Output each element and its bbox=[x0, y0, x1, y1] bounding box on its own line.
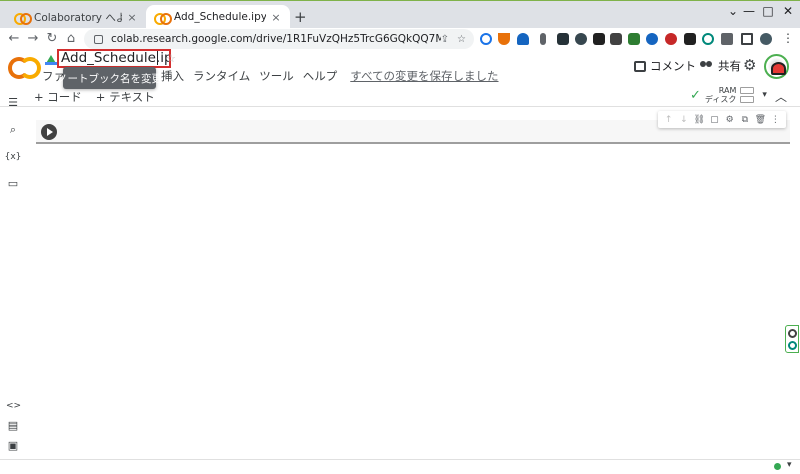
command-palette-icon[interactable]: ▤ bbox=[6, 420, 20, 432]
extension-doc-icon[interactable] bbox=[610, 33, 622, 45]
code-snippets-icon[interactable]: <> bbox=[6, 400, 21, 412]
add-text-button[interactable]: + テキスト bbox=[96, 89, 155, 105]
close-icon[interactable]: × bbox=[126, 11, 138, 24]
extension-green-icon[interactable] bbox=[628, 33, 640, 45]
bookmark-star-icon[interactable]: ☆ bbox=[457, 34, 466, 45]
header-divider bbox=[0, 106, 800, 107]
star-icon[interactable]: ☆ bbox=[166, 52, 176, 65]
extension-flask-icon[interactable] bbox=[498, 33, 510, 45]
tab-label: Add_Schedule.ipynb - Colaboratory bbox=[174, 11, 266, 23]
new-tab-button[interactable]: + bbox=[294, 8, 307, 26]
disk-bar bbox=[740, 96, 755, 103]
more-options-icon[interactable]: ⋮ bbox=[770, 115, 781, 125]
close-icon[interactable]: × bbox=[270, 11, 282, 24]
side-panel-icon[interactable] bbox=[741, 33, 753, 45]
collapse-header-icon[interactable]: ︿ bbox=[775, 88, 787, 105]
extension-blue-icon[interactable] bbox=[646, 33, 658, 45]
browser-toolbar: ← → ↻ ⌂ colab.research.google.com/drive/… bbox=[0, 28, 800, 50]
extension-red-icon[interactable] bbox=[665, 33, 677, 45]
disk-label: ディスク bbox=[704, 95, 737, 104]
people-icon bbox=[700, 61, 714, 71]
comment-icon[interactable]: ▢ bbox=[709, 115, 720, 125]
avatar[interactable] bbox=[764, 54, 789, 79]
comment-button[interactable]: コメント bbox=[634, 58, 696, 74]
rename-tooltip: ノートブック名を変更 bbox=[57, 67, 162, 89]
window-close-button[interactable]: ✕ bbox=[778, 4, 798, 18]
browser-tab-strip: Colaboratory へようこそ - Colaborat × Add_Sch… bbox=[0, 0, 800, 29]
save-status-link[interactable]: すべての変更を保存しました bbox=[350, 68, 498, 84]
reload-button[interactable]: ↻ bbox=[44, 31, 60, 47]
terminal-icon[interactable]: ▣ bbox=[6, 440, 20, 452]
mirror-cell-icon[interactable]: ⧉ bbox=[739, 115, 750, 125]
variables-icon[interactable]: {x} bbox=[4, 151, 22, 163]
delete-icon[interactable]: 🗑 bbox=[755, 115, 766, 125]
menu-insert[interactable]: 挿入 bbox=[161, 68, 184, 84]
connection-status-icon[interactable] bbox=[774, 463, 781, 470]
google-drive-icon bbox=[45, 55, 57, 65]
browser-tab-welcome[interactable]: Colaboratory へようこそ - Colaborat × bbox=[6, 5, 146, 29]
ram-label: RAM bbox=[718, 86, 737, 95]
browser-menu-icon[interactable]: ⋮ bbox=[782, 32, 794, 44]
share-button[interactable]: 共有 bbox=[700, 58, 741, 74]
add-code-button[interactable]: + コード bbox=[34, 89, 82, 105]
maximize-button[interactable]: □ bbox=[758, 4, 778, 18]
table-of-contents-icon[interactable]: ☰ bbox=[6, 97, 20, 109]
browser-tab-add-schedule[interactable]: Add_Schedule.ipynb - Colaboratory × bbox=[146, 5, 290, 29]
cell-settings-icon[interactable]: ⚙ bbox=[724, 115, 735, 125]
extension-shield-icon[interactable] bbox=[557, 33, 569, 45]
move-down-icon[interactable]: ↓ bbox=[678, 115, 689, 125]
move-up-icon[interactable]: ↑ bbox=[663, 115, 674, 125]
status-bar: ▾ bbox=[0, 459, 800, 474]
back-button[interactable]: ← bbox=[6, 31, 22, 47]
settings-gear-icon[interactable]: ⚙ bbox=[743, 57, 756, 73]
extension-mic-icon[interactable] bbox=[540, 33, 546, 45]
share-page-icon[interactable]: ⇪ bbox=[441, 34, 449, 45]
colab-logo[interactable] bbox=[8, 57, 41, 79]
run-cell-button[interactable] bbox=[41, 124, 57, 140]
address-bar[interactable]: colab.research.google.com/drive/1R1FuVzQ… bbox=[84, 29, 474, 49]
home-button[interactable]: ⌂ bbox=[63, 31, 79, 47]
search-icon[interactable]: ⌕ bbox=[6, 124, 20, 136]
extension-link-icon[interactable] bbox=[480, 33, 492, 45]
colab-favicon-icon bbox=[14, 12, 32, 25]
extension-dark-icon[interactable] bbox=[684, 33, 696, 45]
extension-chat-icon[interactable] bbox=[702, 33, 714, 45]
comment-label: コメント bbox=[650, 59, 696, 73]
link-icon[interactable]: ⛓ bbox=[694, 115, 705, 125]
extension-circle-icon[interactable] bbox=[575, 33, 587, 45]
colab-favicon-icon bbox=[154, 12, 172, 25]
resource-labels: RAM ディスク bbox=[705, 86, 736, 104]
share-label: 共有 bbox=[718, 59, 741, 73]
cell-toolbar: ↑ ↓ ⛓ ▢ ⚙ ⧉ 🗑 ⋮ bbox=[658, 111, 786, 128]
minimize-button[interactable]: — bbox=[739, 4, 759, 18]
tab-label: Colaboratory へようこそ - Colaborat bbox=[34, 11, 122, 24]
notebook-title-input[interactable]: Add_Schedule.ipynb bbox=[57, 49, 171, 68]
comment-icon bbox=[634, 60, 646, 72]
lock-icon[interactable] bbox=[94, 34, 103, 44]
resource-monitor[interactable]: ✓ RAM ディスク ▾ bbox=[690, 86, 767, 104]
connected-check-icon: ✓ bbox=[690, 87, 701, 103]
menu-help[interactable]: ヘルプ bbox=[303, 68, 338, 84]
chevron-down-icon[interactable]: ▾ bbox=[787, 460, 792, 470]
resource-bars bbox=[740, 87, 755, 103]
extension-cloud-icon[interactable] bbox=[517, 33, 529, 45]
assistant-icon[interactable] bbox=[788, 341, 797, 350]
files-folder-icon[interactable]: ▭ bbox=[6, 178, 20, 190]
extension-notion-icon[interactable] bbox=[593, 33, 605, 45]
profile-icon[interactable] bbox=[760, 33, 772, 45]
menu-runtime[interactable]: ランタイム bbox=[193, 68, 250, 84]
menu-tools[interactable]: ツール bbox=[259, 68, 294, 84]
text-cursor bbox=[157, 51, 158, 65]
ram-bar bbox=[740, 87, 755, 94]
close-circle-icon[interactable] bbox=[788, 329, 797, 338]
chevron-down-icon[interactable]: ▾ bbox=[762, 90, 767, 100]
forward-button[interactable]: → bbox=[25, 31, 41, 47]
url-text[interactable]: colab.research.google.com/drive/1R1FuVzQ… bbox=[111, 33, 441, 45]
left-sidebar: ☰ ⌕ {x} ▭ <> ▤ ▣ bbox=[0, 89, 26, 459]
extensions-puzzle-icon[interactable] bbox=[721, 33, 733, 45]
insert-toolbar: + コード + テキスト bbox=[34, 89, 155, 105]
floating-side-widget[interactable] bbox=[785, 325, 799, 353]
